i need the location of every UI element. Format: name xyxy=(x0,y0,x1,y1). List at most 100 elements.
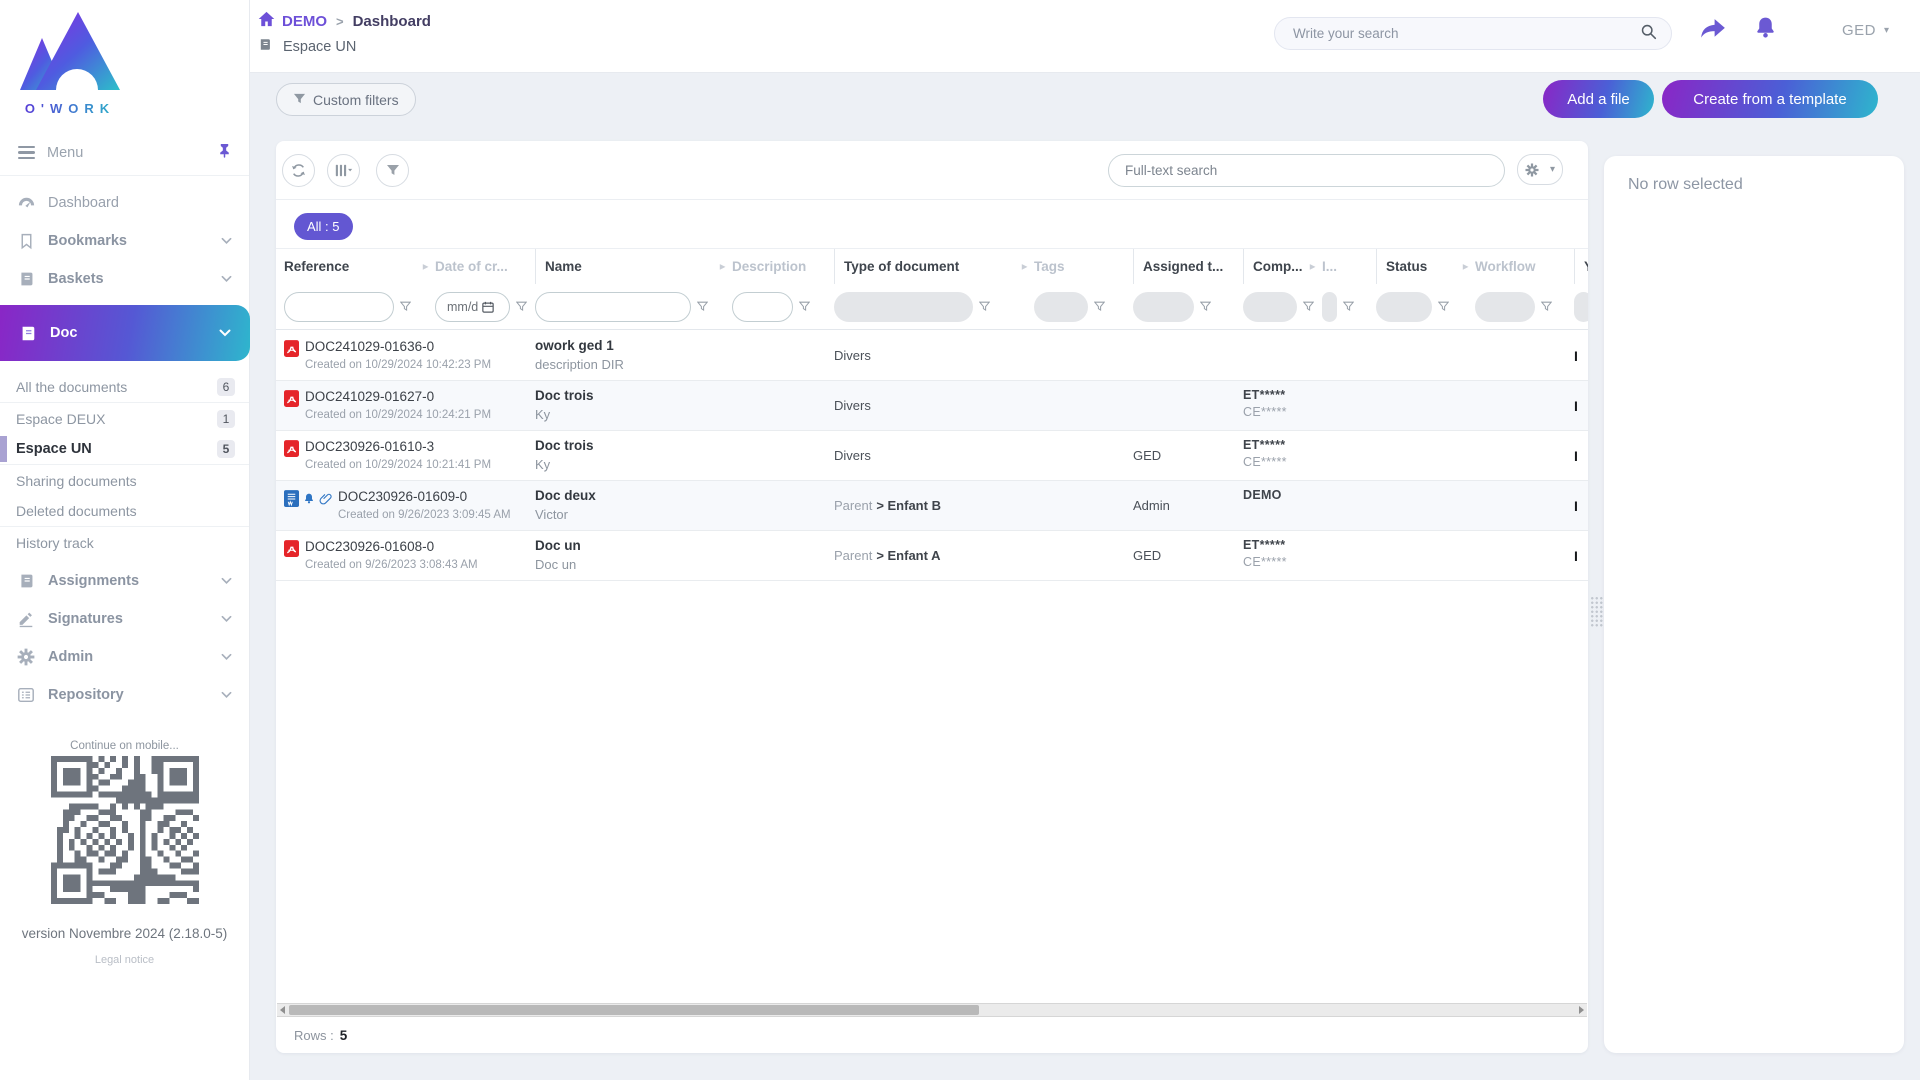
table-row[interactable]: DOC241029-01627-0 Created on 10/29/2024 … xyxy=(276,381,1588,431)
table-filter-row: mm/d xyxy=(276,284,1588,330)
filter-funnel-icon[interactable] xyxy=(1094,301,1105,312)
document-name: Doc trois xyxy=(535,388,732,403)
sidebar-item-admin[interactable]: Admin xyxy=(0,638,249,676)
search-icon[interactable] xyxy=(1640,23,1657,45)
sidebar-item-dashboard[interactable]: Dashboard xyxy=(0,184,249,222)
breadcrumb-current[interactable]: Dashboard xyxy=(353,13,431,30)
mobile-hint: Continue on mobile... xyxy=(0,740,249,752)
sidebar-item-espace-deux[interactable]: Espace DEUX 1 xyxy=(0,403,249,434)
notification-bell-icon xyxy=(303,492,315,510)
rows-label: Rows : xyxy=(294,1028,334,1043)
create-from-template-button[interactable]: Create from a template xyxy=(1662,80,1878,118)
filter-funnel-icon[interactable] xyxy=(1541,301,1552,312)
filter-funnel-icon[interactable] xyxy=(799,301,810,312)
filter-button[interactable] xyxy=(376,154,409,187)
filter-funnel-icon[interactable] xyxy=(1200,301,1211,312)
scroll-left-icon[interactable] xyxy=(280,1006,285,1014)
document-created: Created on 9/26/2023 3:09:45 AM xyxy=(338,509,511,521)
column-header-reference[interactable]: Reference▸ xyxy=(284,249,435,284)
all-filter-badge[interactable]: All : 5 xyxy=(294,213,353,240)
type-filter-input xyxy=(834,292,973,322)
filter-funnel-icon[interactable] xyxy=(1343,301,1354,312)
document-created: Created on 10/29/2024 10:21:41 PM xyxy=(305,459,491,471)
filter-funnel-icon[interactable] xyxy=(516,301,527,312)
description-filter-input[interactable] xyxy=(732,292,793,322)
filter-funnel-icon[interactable] xyxy=(697,301,708,312)
profile-menu[interactable]: GED ▾ xyxy=(1842,22,1889,39)
scrollbar-thumb[interactable] xyxy=(289,1005,979,1015)
table-row[interactable]: DOC241029-01636-0 Created on 10/29/2024 … xyxy=(276,331,1588,381)
document-name: Doc un xyxy=(535,538,732,553)
home-icon[interactable] xyxy=(258,11,275,32)
sidebar-item-doc[interactable]: Doc xyxy=(0,305,250,361)
sidebar-item-signatures[interactable]: Signatures xyxy=(0,600,249,638)
panel-resize-handle[interactable] xyxy=(1590,596,1603,628)
global-search xyxy=(1274,17,1672,50)
custom-filters-button[interactable]: Custom filters xyxy=(276,83,416,116)
notification-bell-icon[interactable] xyxy=(1753,15,1778,45)
fulltext-search-input[interactable] xyxy=(1125,163,1488,178)
name-filter-input[interactable] xyxy=(535,292,691,322)
menu-toggle[interactable]: Menu xyxy=(0,130,249,176)
document-type: Divers xyxy=(834,348,871,363)
scroll-right-icon[interactable] xyxy=(1579,1006,1584,1014)
pin-icon[interactable] xyxy=(218,143,231,163)
table-header-row: Reference▸ Date of cr... Name▸ Descripti… xyxy=(276,248,1588,284)
chevron-down-icon xyxy=(219,577,233,585)
legal-notice-link[interactable]: Legal notice xyxy=(0,954,249,966)
column-header-workflow[interactable]: Workflow xyxy=(1475,249,1574,284)
document-type: Divers xyxy=(834,398,871,413)
column-header-tags[interactable]: Tags xyxy=(1034,249,1133,284)
global-search-input[interactable] xyxy=(1293,26,1640,41)
calendar-icon[interactable] xyxy=(482,301,494,313)
app-logo[interactable]: O'WORK xyxy=(0,0,249,126)
rows-count: 5 xyxy=(340,1028,348,1043)
column-header-i[interactable]: I... xyxy=(1322,249,1376,284)
table-settings-button[interactable]: ▾ xyxy=(1517,154,1563,185)
chevron-down-icon xyxy=(219,691,233,699)
table-row[interactable]: DOC230926-01608-0 Created on 9/26/2023 3… xyxy=(276,531,1588,581)
sidebar-item-bookmarks[interactable]: Bookmarks xyxy=(0,222,249,260)
sidebar-item-history-track[interactable]: History track xyxy=(0,527,249,558)
table-row[interactable]: DOC230926-01609-0 Created on 9/26/2023 3… xyxy=(276,481,1588,531)
breadcrumb-root[interactable]: DEMO xyxy=(282,13,327,30)
horizontal-scrollbar[interactable] xyxy=(277,1003,1587,1017)
filter-funnel-icon[interactable] xyxy=(1303,301,1314,312)
filter-funnel-icon[interactable] xyxy=(979,301,990,312)
share-forward-icon[interactable] xyxy=(1699,16,1727,47)
filter-funnel-icon[interactable] xyxy=(400,301,411,312)
column-header-y[interactable]: Y... xyxy=(1574,249,1588,284)
sort-arrow-icon: ▸ xyxy=(720,261,725,272)
refresh-button[interactable] xyxy=(282,154,315,187)
add-file-button[interactable]: Add a file xyxy=(1543,80,1654,118)
columns-button[interactable] xyxy=(327,154,360,187)
chevron-down-icon xyxy=(219,237,233,245)
reference-filter-input[interactable] xyxy=(284,292,394,322)
word-file-icon xyxy=(284,490,299,512)
column-header-date[interactable]: Date of cr... xyxy=(435,249,535,284)
count-badge: 5 xyxy=(217,440,235,458)
dashboard-gauge-icon xyxy=(16,194,36,213)
sidebar-item-assignments[interactable]: Assignments xyxy=(0,562,249,600)
sidebar-item-espace-un[interactable]: Espace UN 5 xyxy=(0,434,249,465)
table-row[interactable]: DOC230926-01610-3 Created on 10/29/2024 … xyxy=(276,431,1588,481)
column-header-type[interactable]: Type of document▸ xyxy=(834,249,1034,284)
caret-down-icon: ▾ xyxy=(1884,25,1889,36)
book-icon xyxy=(18,324,38,343)
date-filter-input[interactable]: mm/d xyxy=(435,292,510,322)
empty-selection-message: No row selected xyxy=(1628,176,1743,194)
documents-table-card: ▾ All : 5 Reference▸ Date of cr... Name▸… xyxy=(276,141,1588,1053)
column-header-description[interactable]: Description xyxy=(732,249,834,284)
sidebar-item-baskets[interactable]: Baskets xyxy=(0,260,249,298)
table-toolbar: ▾ xyxy=(276,141,1588,200)
column-header-status[interactable]: Status▸ xyxy=(1376,249,1475,284)
y-filter-input xyxy=(1574,292,1588,322)
sidebar-item-deleted-documents[interactable]: Deleted documents xyxy=(0,496,249,527)
filter-funnel-icon[interactable] xyxy=(1438,301,1449,312)
sidebar-item-repository[interactable]: Repository xyxy=(0,676,249,714)
column-header-assigned[interactable]: Assigned t... xyxy=(1133,249,1243,284)
sidebar-item-sharing-documents[interactable]: Sharing documents xyxy=(0,465,249,496)
sidebar-item-all-documents[interactable]: All the documents 6 xyxy=(0,372,249,403)
column-header-company[interactable]: Comp...▸ xyxy=(1243,249,1322,284)
column-header-name[interactable]: Name▸ xyxy=(535,249,732,284)
